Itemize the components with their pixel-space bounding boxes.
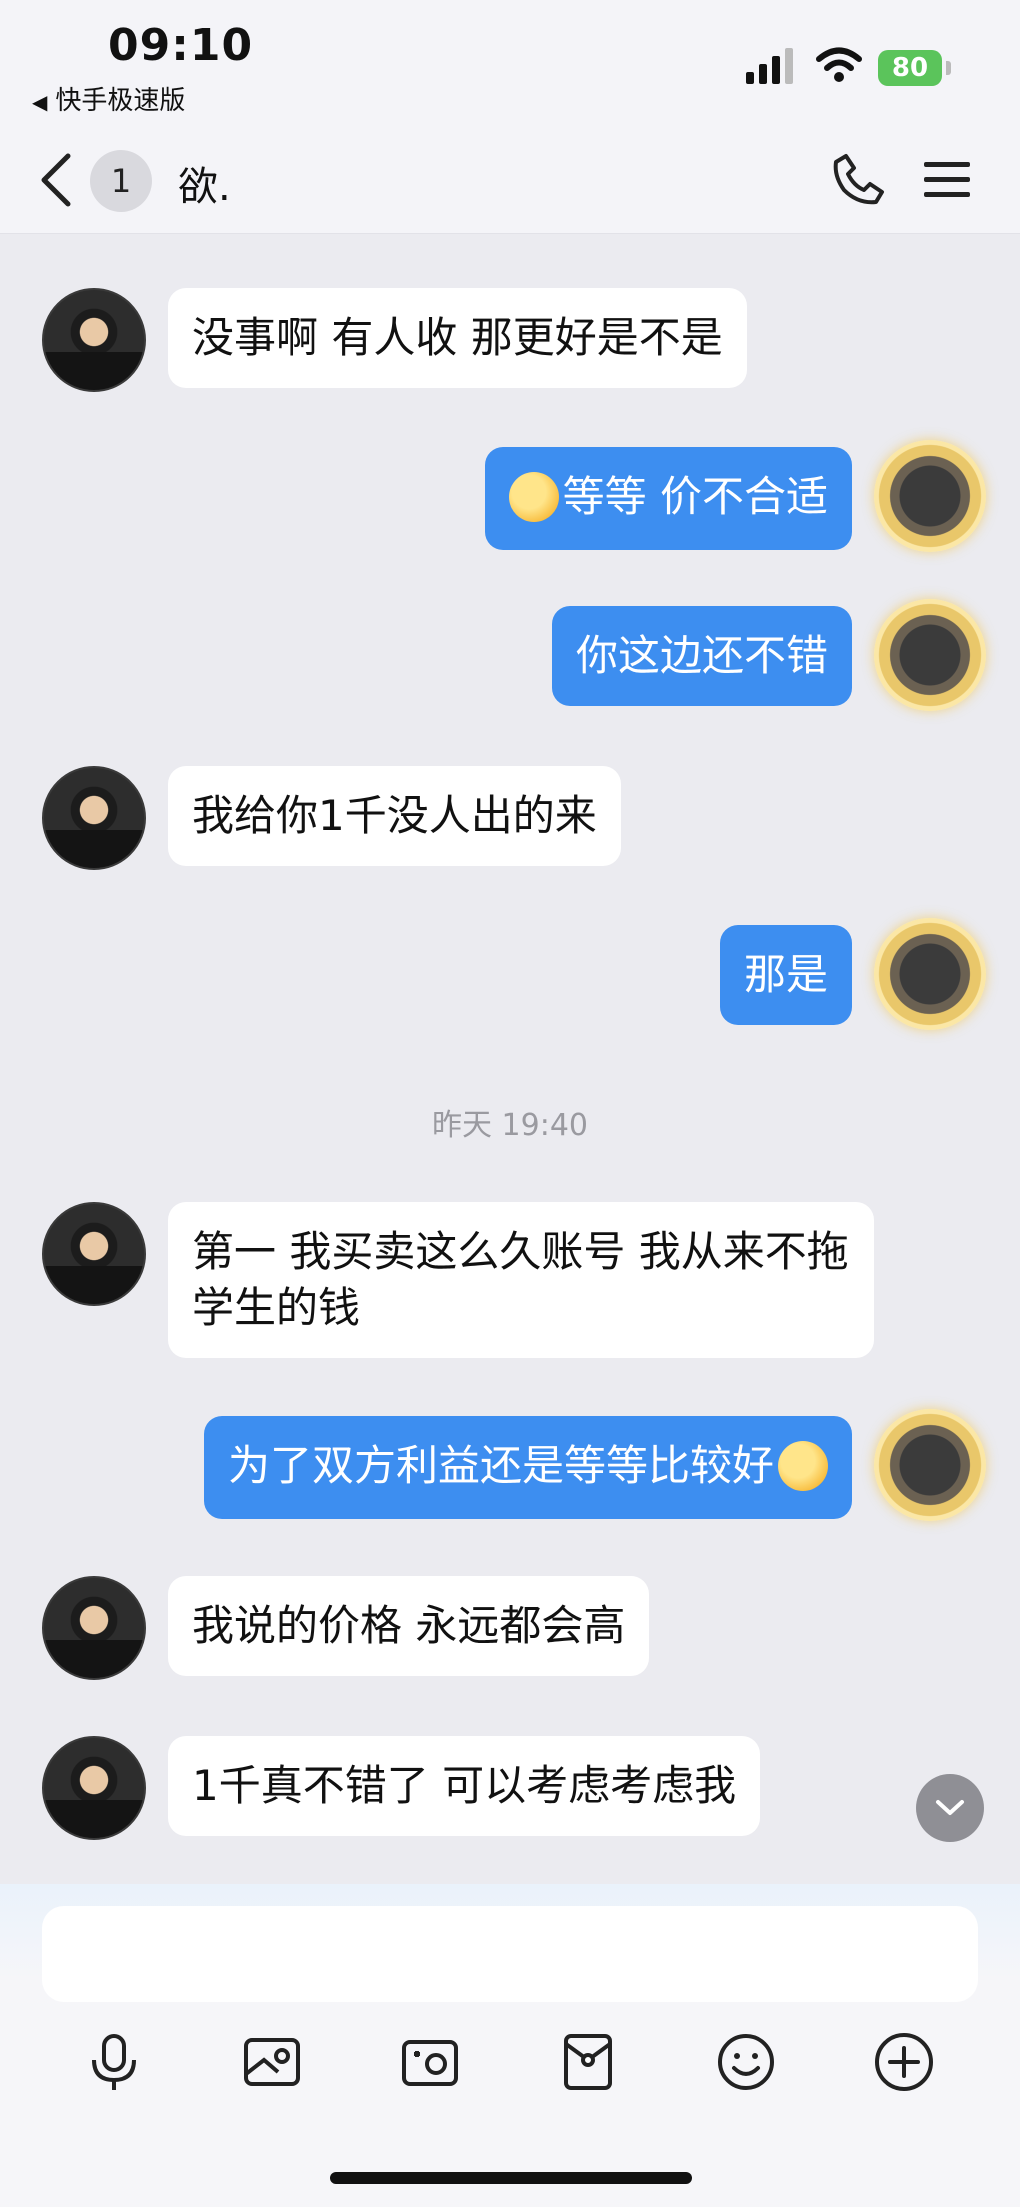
message-text: 那是 <box>743 950 828 999</box>
message-bubble[interactable]: 那是 <box>719 925 852 1025</box>
plus-icon[interactable] <box>872 2030 936 2094</box>
battery-cap <box>946 61 951 75</box>
message-text: 没事啊 有人收 那更好是不是 <box>192 313 723 362</box>
message-bubble[interactable]: 你这边还不错 <box>551 606 852 706</box>
message-text: 我说的价格 永远都会高 <box>192 1601 626 1650</box>
back-app-label: 快手极速版 <box>55 86 186 116</box>
status-time: 09:10 <box>108 20 254 71</box>
back-to-app-link[interactable]: ◀ 快手极速版 <box>32 80 185 117</box>
message-text: 我给你1千没人出的来 <box>192 791 597 840</box>
battery-indicator: 80 <box>878 50 942 86</box>
wifi-icon <box>816 47 862 82</box>
camera-icon[interactable] <box>398 2030 462 2094</box>
friend-avatar[interactable] <box>42 1736 146 1840</box>
laughing-face-icon <box>778 1440 828 1491</box>
back-arrow-icon[interactable] <box>38 152 72 208</box>
message-list[interactable]: 没事啊 有人收 那更好是不是 等等 价不合适 你这边还不错 我给你1千没人出的来… <box>0 234 1020 1884</box>
message-text: 等等 价不合适 <box>562 472 828 521</box>
message-text: 第一 我买卖这么久账号 我从来不拖学生的钱 <box>192 1227 849 1332</box>
top-bar: 09:10 ◀ 快手极速版 80 1 欲. <box>0 0 1020 234</box>
friend-avatar[interactable] <box>42 1576 146 1680</box>
message-bubble[interactable]: 第一 我买卖这么久账号 我从来不拖学生的钱 <box>168 1202 874 1358</box>
friend-avatar[interactable] <box>42 288 146 392</box>
message-timestamp: 昨天 19:40 <box>432 1108 588 1143</box>
my-avatar[interactable] <box>874 440 986 552</box>
laughing-face-icon <box>508 471 559 522</box>
back-triangle-icon: ◀ <box>32 90 48 114</box>
microphone-icon[interactable] <box>82 2030 146 2094</box>
message-bubble[interactable]: 等等 价不合适 <box>484 447 852 550</box>
home-indicator[interactable] <box>330 2172 692 2184</box>
signal-icon <box>746 48 793 84</box>
red-packet-icon[interactable] <box>556 2030 620 2094</box>
message-text: 为了双方利益还是等等比较好 <box>227 1441 774 1490</box>
friend-avatar[interactable] <box>42 1202 146 1306</box>
message-input[interactable] <box>42 1906 978 2002</box>
message-text: 你这边还不错 <box>575 631 828 680</box>
phone-icon[interactable] <box>832 152 886 206</box>
friend-avatar[interactable] <box>42 766 146 870</box>
my-avatar[interactable] <box>874 918 986 1030</box>
chat-title: 欲. <box>178 164 231 210</box>
my-avatar[interactable] <box>874 599 986 711</box>
message-bubble[interactable]: 我给你1千没人出的来 <box>168 766 621 866</box>
unread-count-badge: 1 <box>90 150 152 212</box>
message-bubble[interactable]: 没事啊 有人收 那更好是不是 <box>168 288 747 388</box>
menu-icon[interactable] <box>924 160 970 200</box>
image-icon[interactable] <box>240 2030 304 2094</box>
composer <box>0 1884 1020 2207</box>
message-bubble[interactable]: 1千真不错了 可以考虑考虑我 <box>168 1736 761 1836</box>
my-avatar[interactable] <box>874 1409 986 1521</box>
message-bubble[interactable]: 为了双方利益还是等等比较好 <box>203 1416 852 1519</box>
chevron-down-icon <box>936 1800 964 1815</box>
battery-level: 80 <box>891 53 929 83</box>
message-text: 1千真不错了 可以考虑考虑我 <box>192 1761 737 1810</box>
message-bubble[interactable]: 我说的价格 永远都会高 <box>168 1576 650 1676</box>
emoji-icon[interactable] <box>714 2030 778 2094</box>
scroll-to-bottom-button[interactable] <box>916 1774 984 1842</box>
